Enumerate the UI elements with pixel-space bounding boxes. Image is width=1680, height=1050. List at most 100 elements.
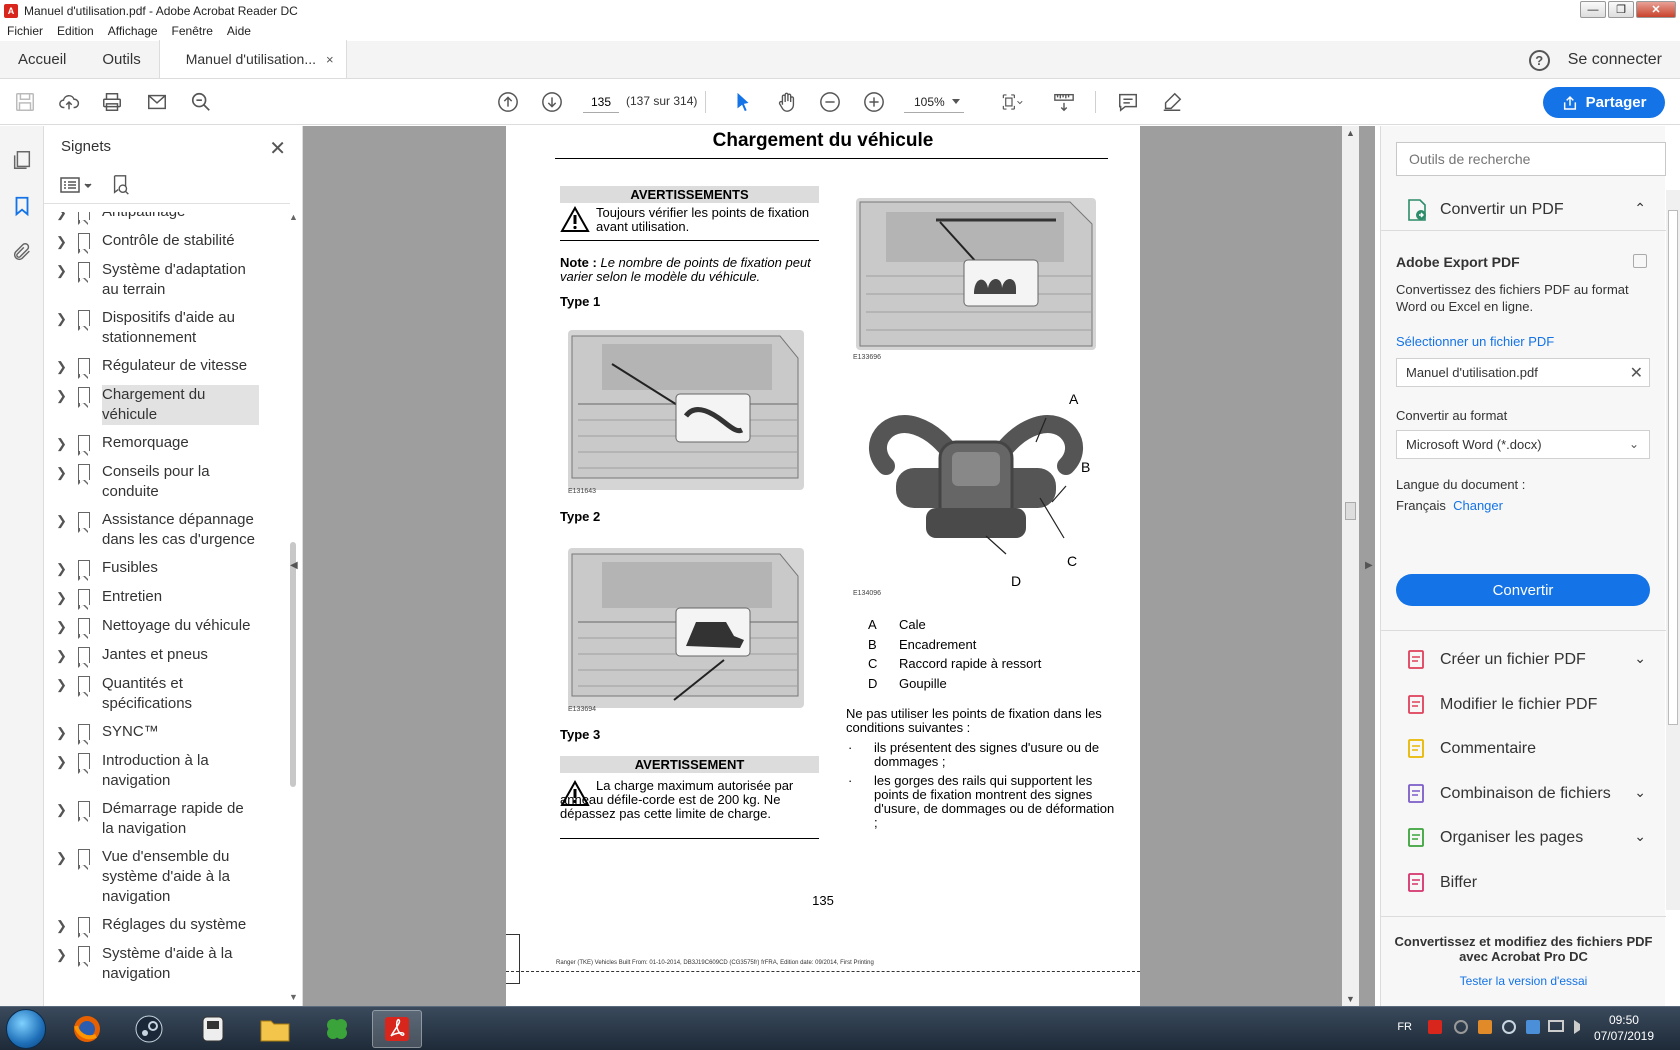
tool-item[interactable]: Commentaire: [1406, 737, 1646, 761]
vlc-taskbar-icon[interactable]: [188, 1010, 238, 1048]
help-icon[interactable]: ?: [1528, 49, 1550, 71]
steam-taskbar-icon[interactable]: [124, 1010, 174, 1048]
firefox-taskbar-icon[interactable]: [62, 1010, 112, 1048]
bluetooth-tray-icon[interactable]: [1526, 1020, 1540, 1034]
chevron-right-icon[interactable]: ❯: [56, 510, 74, 550]
acrobat-taskbar-icon[interactable]: [372, 1010, 422, 1048]
bookmark-item[interactable]: ❯ Réglages du système: [44, 911, 259, 940]
chevron-right-icon[interactable]: ❯: [56, 462, 74, 502]
language-indicator[interactable]: FR: [1397, 1021, 1412, 1033]
bookmark-item[interactable]: ❯ Assistance dépannage dans les cas d'urg…: [44, 506, 259, 554]
bookmark-item[interactable]: ❯ Dispositifs d'aide au stationnement: [44, 304, 259, 352]
chevron-down-icon[interactable]: ⌄: [1634, 828, 1646, 845]
hand-tool-icon[interactable]: [774, 89, 800, 115]
chevron-right-icon[interactable]: ❯: [56, 847, 74, 907]
bookmark-item[interactable]: ❯ Quantités et spécifications: [44, 670, 259, 718]
next-page-icon[interactable]: [539, 89, 565, 115]
previous-page-icon[interactable]: [495, 89, 521, 115]
bookmark-item[interactable]: ❯ Fusibles: [44, 554, 259, 583]
select-pointer-icon[interactable]: [730, 89, 756, 115]
tool-item[interactable]: Combinaison de fichiers ⌄: [1406, 782, 1646, 806]
bookmark-item[interactable]: ❯ SYNC™: [44, 718, 259, 747]
trial-link[interactable]: Tester la version d'essai: [1381, 974, 1666, 988]
chevron-right-icon[interactable]: ❯: [56, 356, 74, 377]
tab-accueil[interactable]: Accueil: [0, 40, 84, 78]
convert-pdf-header[interactable]: Convertir un PDF ⌃: [1406, 198, 1646, 222]
zoom-dropdown[interactable]: 105%: [904, 91, 964, 113]
bookmark-item[interactable]: ❯ Jantes et pneus: [44, 641, 259, 670]
document-scrollbar[interactable]: ▲ ▼: [1342, 126, 1359, 1006]
bookmark-item[interactable]: ❯ Conseils pour la conduite: [44, 458, 259, 506]
select-file-link[interactable]: Sélectionner un fichier PDF: [1396, 333, 1651, 350]
zoom-in-icon[interactable]: [861, 89, 887, 115]
steam-tray-icon[interactable]: [1502, 1020, 1516, 1034]
chevron-down-icon[interactable]: ⌄: [1634, 784, 1646, 801]
copy-icon[interactable]: [1633, 254, 1647, 268]
menu-affichage[interactable]: Affichage: [108, 24, 158, 38]
chevron-right-icon[interactable]: ❯: [56, 558, 74, 579]
bookmark-item[interactable]: ❯ Remorquage: [44, 429, 259, 458]
tools-pane-scrollbar[interactable]: [1666, 190, 1680, 910]
clover-taskbar-icon[interactable]: [312, 1010, 362, 1048]
bookmarks-icon[interactable]: [11, 194, 33, 218]
chevron-right-icon[interactable]: ❯: [56, 212, 74, 223]
start-button[interactable]: [6, 1009, 46, 1049]
menu-fichier[interactable]: Fichier: [7, 24, 43, 38]
remove-file-icon[interactable]: ✕: [1630, 363, 1643, 383]
chevron-right-icon[interactable]: ❯: [56, 915, 74, 936]
chevron-right-icon[interactable]: ❯: [56, 260, 74, 300]
tab-document[interactable]: Manuel d'utilisation... ×: [158, 40, 347, 78]
page-thumbnails-icon[interactable]: [11, 148, 33, 172]
scroll-down-icon[interactable]: ▼: [289, 992, 298, 1002]
chevron-right-icon[interactable]: ❯: [56, 674, 74, 714]
chevron-right-icon[interactable]: ❯: [56, 587, 74, 608]
maximize-button[interactable]: ❐: [1608, 1, 1634, 18]
update-tray-icon[interactable]: [1454, 1020, 1468, 1034]
attachments-paperclip-icon[interactable]: [11, 240, 33, 264]
menu-fenetre[interactable]: Fenêtre: [172, 24, 213, 38]
tools-pane-scroll-thumb[interactable]: [1668, 210, 1678, 725]
comment-icon[interactable]: [1115, 89, 1141, 115]
chevron-up-icon[interactable]: ⌃: [1634, 200, 1646, 217]
chevron-right-icon[interactable]: ❯: [56, 433, 74, 454]
tool-item[interactable]: Organiser les pages ⌄: [1406, 826, 1646, 850]
expand-right-panel-icon[interactable]: ▶: [1365, 560, 1373, 571]
chevron-right-icon[interactable]: ❯: [56, 616, 74, 637]
chevron-right-icon[interactable]: ❯: [56, 308, 74, 348]
measure-tool-icon[interactable]: [1051, 89, 1077, 115]
print-icon[interactable]: [99, 89, 125, 115]
bookmark-item[interactable]: ❯ Système d'aide à la navigation: [44, 940, 259, 988]
chevron-right-icon[interactable]: ❯: [56, 799, 74, 839]
tab-outils[interactable]: Outils: [84, 40, 158, 78]
tool-item[interactable]: Biffer: [1406, 871, 1646, 895]
sign-in-link[interactable]: Se connecter: [1568, 51, 1662, 69]
share-button[interactable]: Partager: [1543, 87, 1665, 118]
acrobat-tray-icon[interactable]: [1428, 1020, 1442, 1034]
tool-item[interactable]: Créer un fichier PDF ⌄: [1406, 648, 1646, 672]
chevron-right-icon[interactable]: ❯: [56, 751, 74, 791]
page-number-input[interactable]: [583, 91, 619, 113]
chevron-down-icon[interactable]: ⌄: [1634, 650, 1646, 667]
bookmarks-scroll-thumb[interactable]: [290, 542, 296, 787]
chevron-right-icon[interactable]: ❯: [56, 722, 74, 743]
document-scroll-thumb[interactable]: [1345, 502, 1356, 520]
bookmark-item[interactable]: ❯ Nettoyage du véhicule: [44, 612, 259, 641]
cloud-upload-icon[interactable]: [56, 89, 82, 115]
scroll-up-icon[interactable]: ▲: [1346, 128, 1355, 138]
menu-aide[interactable]: Aide: [227, 24, 251, 38]
email-icon[interactable]: [144, 89, 170, 115]
bookmark-item[interactable]: ❯ Introduction à la navigation: [44, 747, 259, 795]
search-icon[interactable]: [188, 89, 214, 115]
vlc-tray-icon[interactable]: [1478, 1020, 1492, 1034]
scroll-up-icon[interactable]: ▲: [289, 212, 298, 222]
tab-close-icon[interactable]: ×: [326, 52, 334, 67]
bookmark-item[interactable]: ❯ Antipatinage: [44, 212, 259, 227]
bookmark-item[interactable]: ❯ Entretien: [44, 583, 259, 612]
page-fit-icon[interactable]: [995, 89, 1029, 115]
bookmark-item[interactable]: ❯ Démarrage rapide de la navigation: [44, 795, 259, 843]
bookmark-item[interactable]: ❯ Régulateur de vitesse: [44, 352, 259, 381]
chevron-right-icon[interactable]: ❯: [56, 944, 74, 984]
change-language-link[interactable]: Changer: [1453, 498, 1503, 513]
network-tray-icon[interactable]: [1548, 1020, 1564, 1032]
close-panel-icon[interactable]: ✕: [269, 136, 286, 161]
